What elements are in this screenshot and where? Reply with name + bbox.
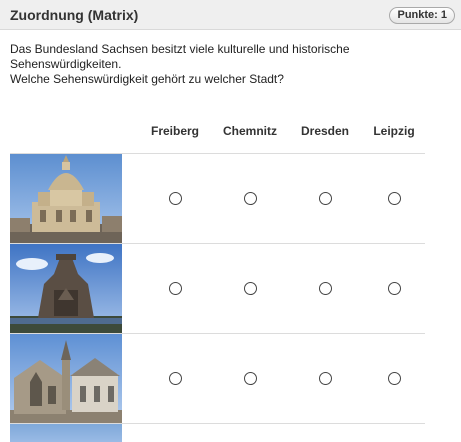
radio-row3-chemnitz[interactable] [244,372,257,385]
column-header-freiberg: Freiberg [150,124,199,138]
matrix-row-1 [10,153,425,243]
matrix-row-4-partial [10,423,425,442]
column-header-dresden: Dresden [300,124,350,138]
radio-row1-dresden[interactable] [319,192,332,205]
matching-matrix: Freiberg Chemnitz Dresden Leipzig [10,0,425,442]
column-header-chemnitz: Chemnitz [223,124,277,138]
radio-row3-leipzig[interactable] [388,372,401,385]
radio-row1-leipzig[interactable] [388,192,401,205]
frauenkirche-photo [10,154,122,243]
radio-row3-freiberg[interactable] [169,372,182,385]
radio-row2-dresden[interactable] [319,282,332,295]
matrix-row-3 [10,333,425,423]
radio-row2-freiberg[interactable] [169,282,182,295]
radio-row1-chemnitz[interactable] [244,192,257,205]
cathedral-photo [10,334,122,423]
partial-photo [10,424,122,442]
column-header-leipzig: Leipzig [373,124,415,138]
radio-row2-leipzig[interactable] [388,282,401,295]
matrix-row-2 [10,243,425,333]
radio-row2-chemnitz[interactable] [244,282,257,295]
monument-photo [10,244,122,333]
radio-row3-dresden[interactable] [319,372,332,385]
radio-row1-freiberg[interactable] [169,192,182,205]
